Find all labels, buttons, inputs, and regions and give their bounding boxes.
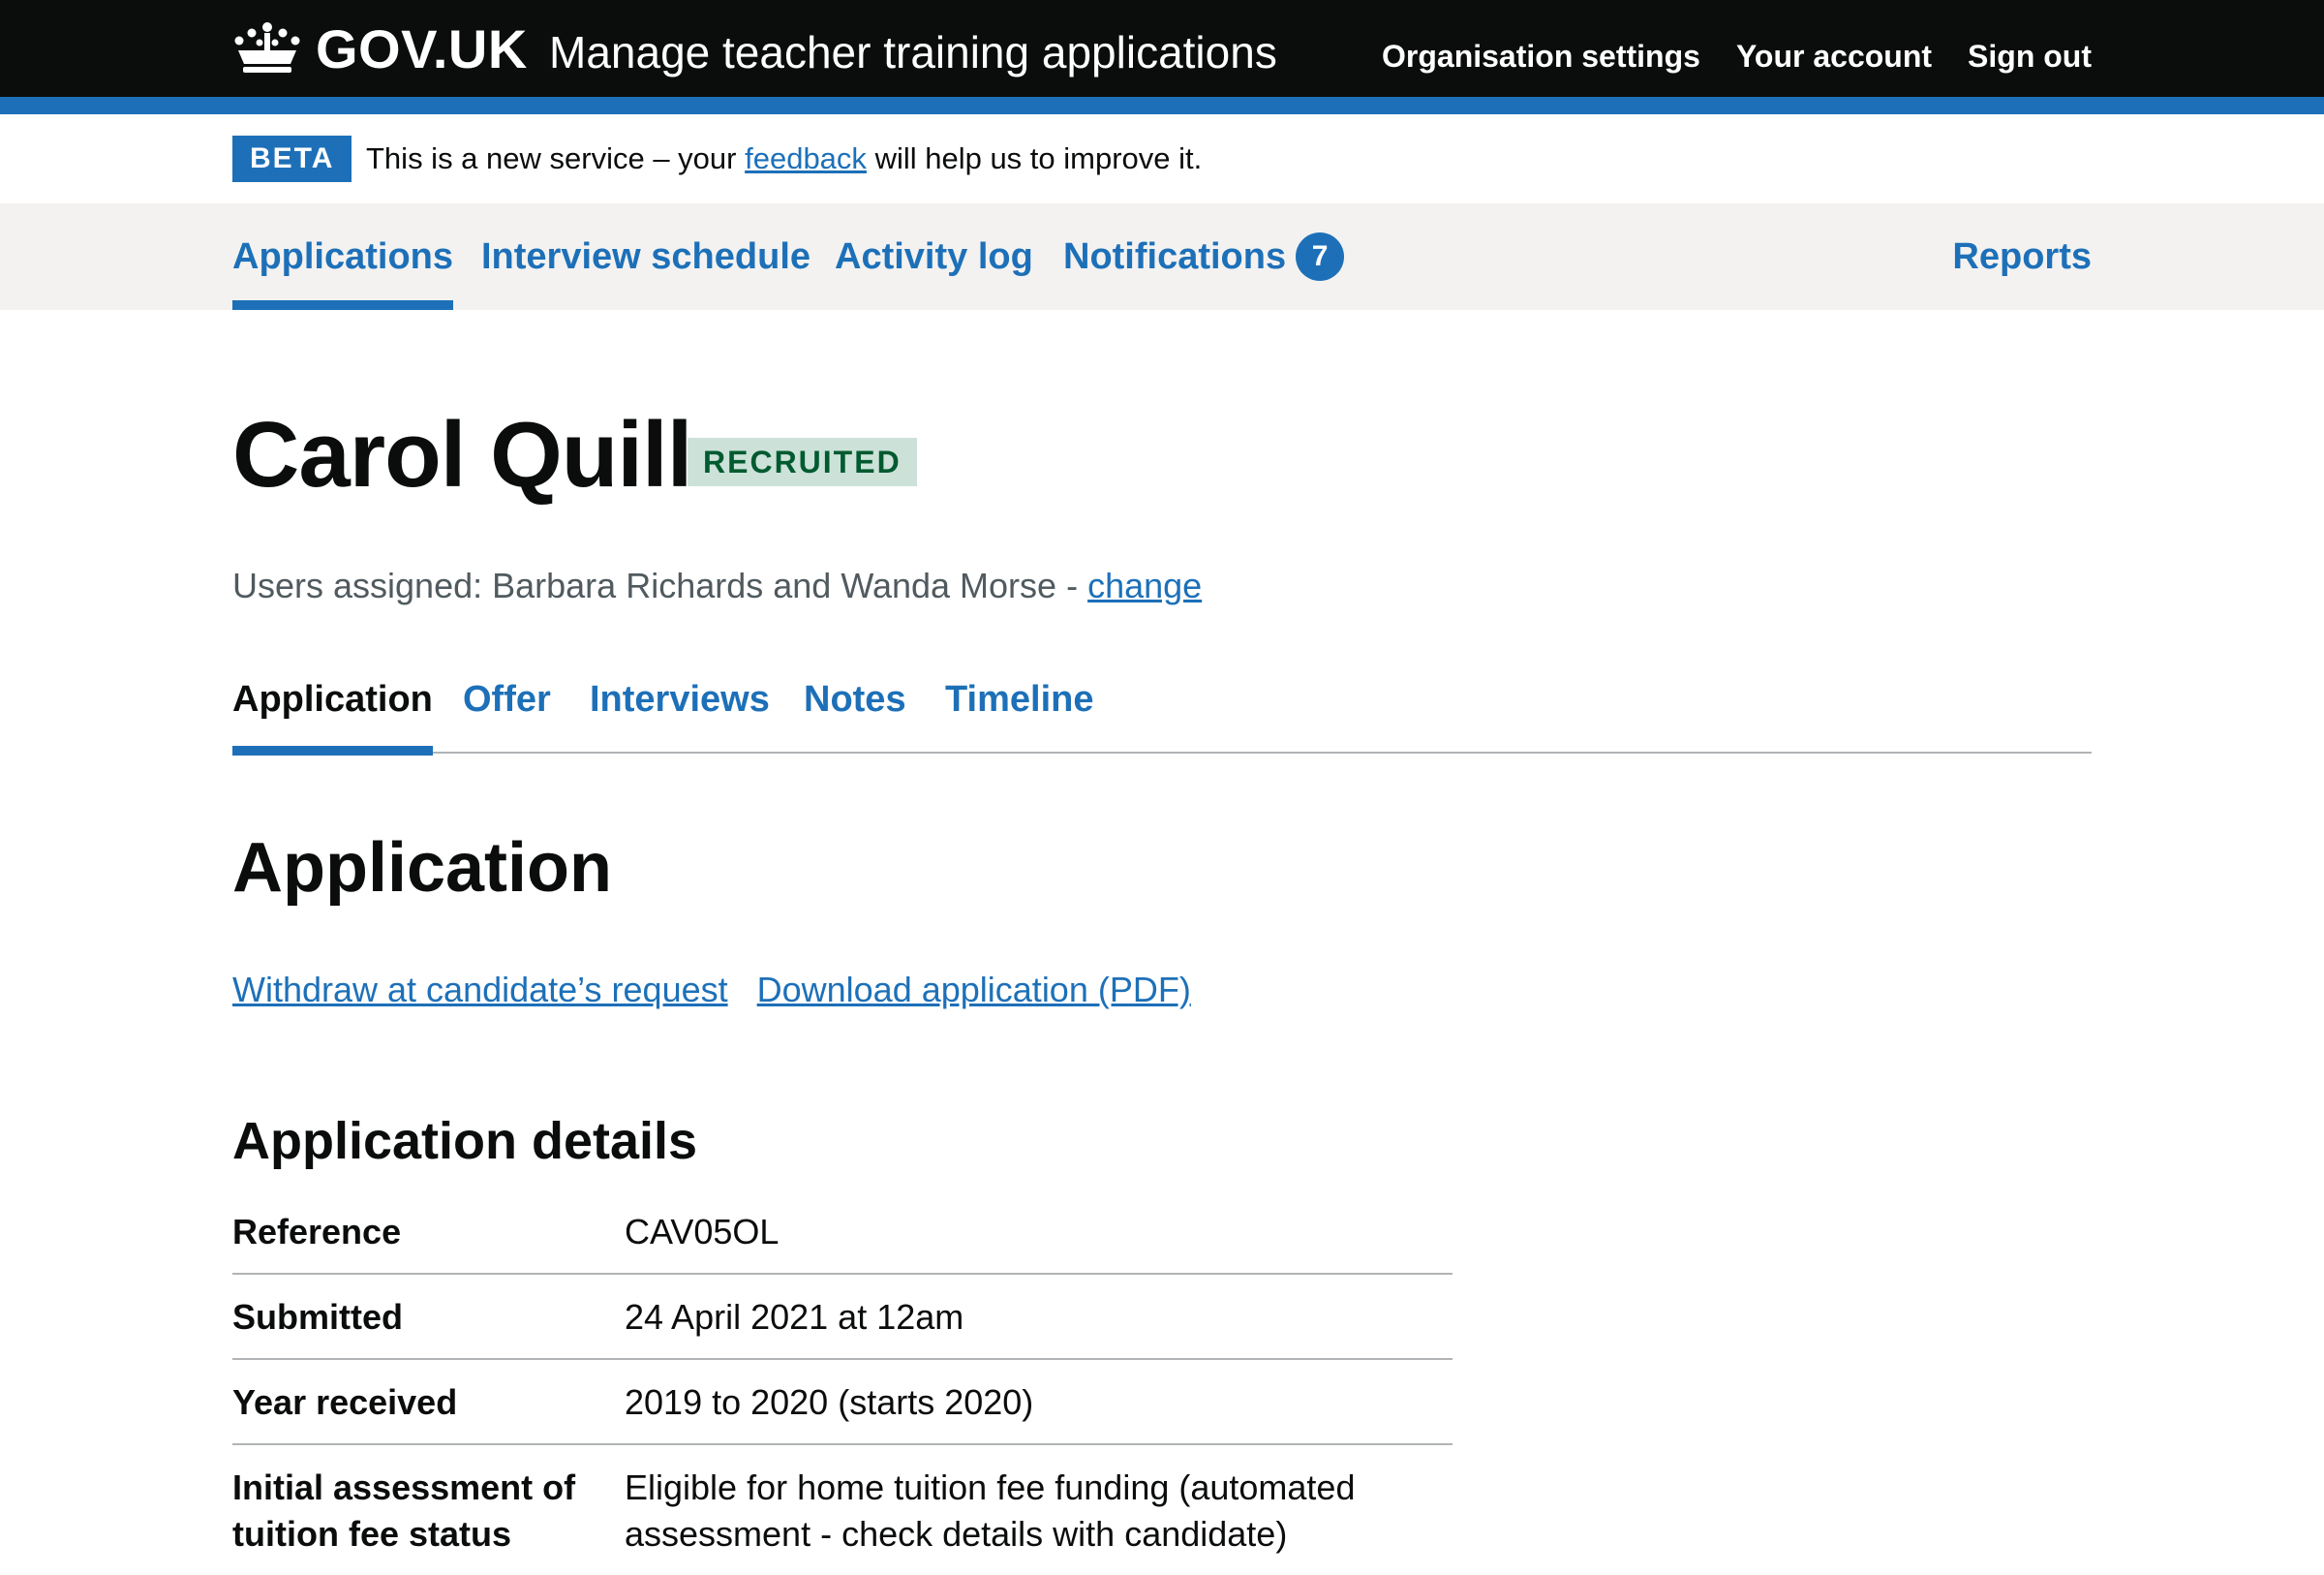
govuk-logo-link[interactable]: GOV.UK bbox=[232, 17, 528, 79]
summary-key: Initial assessment of tuition fee status bbox=[232, 1467, 576, 1554]
summary-key: Reference bbox=[232, 1212, 402, 1251]
phase-text-before: This is a new service – your bbox=[366, 141, 737, 175]
application-details-heading: Application details bbox=[232, 1112, 698, 1170]
tab-application[interactable]: Application bbox=[232, 668, 433, 756]
summary-row-submitted: Submitted 24 April 2021 at 12am bbox=[232, 1275, 1452, 1360]
nav-activity-log[interactable]: Activity log bbox=[835, 203, 1033, 310]
site-header: GOV.UK Manage teacher training applicati… bbox=[0, 0, 2324, 97]
tab-timeline[interactable]: Timeline bbox=[945, 668, 1093, 754]
summary-key: Submitted bbox=[232, 1297, 403, 1337]
summary-value: 2019 to 2020 (starts 2020) bbox=[625, 1382, 1034, 1422]
users-assigned-text: Users assigned: Barbara Richards and Wan… bbox=[232, 566, 1079, 605]
summary-key: Year received bbox=[232, 1382, 458, 1422]
phase-banner: BETA This is a new service – your feedba… bbox=[0, 114, 2324, 203]
change-assigned-users-link[interactable]: change bbox=[1087, 566, 1202, 605]
phase-text-after: will help us to improve it. bbox=[874, 141, 1203, 175]
application-actions: Withdraw at candidate’s request Download… bbox=[232, 963, 1191, 1017]
tab-interviews[interactable]: Interviews bbox=[590, 668, 770, 754]
summary-row-year-received: Year received 2019 to 2020 (starts 2020) bbox=[232, 1360, 1452, 1445]
download-pdf-link[interactable]: Download application (PDF) bbox=[757, 963, 1191, 1017]
your-account-link[interactable]: Your account bbox=[1736, 35, 1932, 77]
feedback-link[interactable]: feedback bbox=[745, 141, 867, 175]
primary-navigation: Applications Interview schedule Activity… bbox=[0, 203, 2324, 310]
tab-notes[interactable]: Notes bbox=[804, 668, 906, 754]
header-navigation: Organisation settings Your account Sign … bbox=[1382, 35, 2092, 77]
candidate-name: Carol Quill bbox=[232, 403, 692, 507]
nav-notifications[interactable]: Notifications 7 bbox=[1063, 203, 1345, 310]
beta-tag: BETA bbox=[232, 136, 352, 182]
service-name[interactable]: Manage teacher training applications bbox=[549, 23, 1277, 81]
users-assigned: Users assigned: Barbara Richards and Wan… bbox=[232, 560, 1202, 612]
crown-icon bbox=[234, 22, 300, 73]
phase-banner-text: This is a new service – your feedback wi… bbox=[366, 138, 1202, 180]
application-details-summary: Reference CAV05OL Submitted 24 April 202… bbox=[232, 1205, 1452, 1575]
sign-out-link[interactable]: Sign out bbox=[1968, 35, 2092, 77]
organisation-settings-link[interactable]: Organisation settings bbox=[1382, 35, 1700, 77]
nav-notifications-label: Notifications bbox=[1063, 235, 1287, 277]
govuk-logotype: GOV.UK bbox=[316, 17, 528, 79]
withdraw-application-link[interactable]: Withdraw at candidate’s request bbox=[232, 963, 728, 1017]
status-badge: RECRUITED bbox=[688, 438, 917, 486]
nav-applications[interactable]: Applications bbox=[232, 203, 454, 310]
header-blue-bar bbox=[0, 97, 2324, 114]
nav-reports[interactable]: Reports bbox=[1952, 203, 2092, 310]
summary-value: 24 April 2021 at 12am bbox=[625, 1297, 964, 1337]
application-sub-navigation: Application Offer Interviews Notes Timel… bbox=[232, 668, 2092, 756]
nav-interview-schedule[interactable]: Interview schedule bbox=[481, 203, 810, 310]
summary-row-fee-status: Initial assessment of tuition fee status… bbox=[232, 1445, 1452, 1575]
summary-row-reference: Reference CAV05OL bbox=[232, 1205, 1452, 1275]
summary-value: Eligible for home tuition fee funding (a… bbox=[625, 1467, 1356, 1554]
page-title: Application bbox=[232, 829, 612, 907]
summary-value: CAV05OL bbox=[625, 1212, 780, 1251]
tab-offer[interactable]: Offer bbox=[463, 668, 551, 754]
notification-count-badge: 7 bbox=[1296, 232, 1345, 281]
